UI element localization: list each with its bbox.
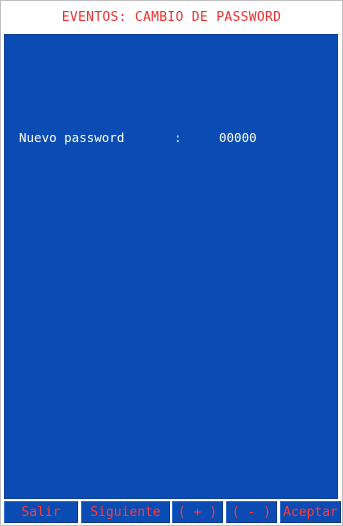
window-title: EVENTOS: CAMBIO DE PASSWORD xyxy=(1,1,342,34)
app-window: EVENTOS: CAMBIO DE PASSWORD Nuevo passwo… xyxy=(0,0,343,526)
new-password-label: Nuevo password xyxy=(19,130,125,145)
new-password-value[interactable]: 00000 xyxy=(219,130,257,145)
salir-button[interactable]: Salir xyxy=(4,501,78,523)
form-screen: Nuevo password : 00000 xyxy=(4,34,338,499)
aceptar-button[interactable]: Aceptar xyxy=(280,501,341,523)
new-password-row: Nuevo password : 00000 xyxy=(19,130,319,148)
softkey-bar: Salir Siguiente ( + ) ( - ) Aceptar xyxy=(4,501,341,523)
field-separator: : xyxy=(174,130,182,145)
decrement-button[interactable]: ( - ) xyxy=(226,501,277,523)
increment-button[interactable]: ( + ) xyxy=(172,501,223,523)
siguiente-button[interactable]: Siguiente xyxy=(81,501,170,523)
